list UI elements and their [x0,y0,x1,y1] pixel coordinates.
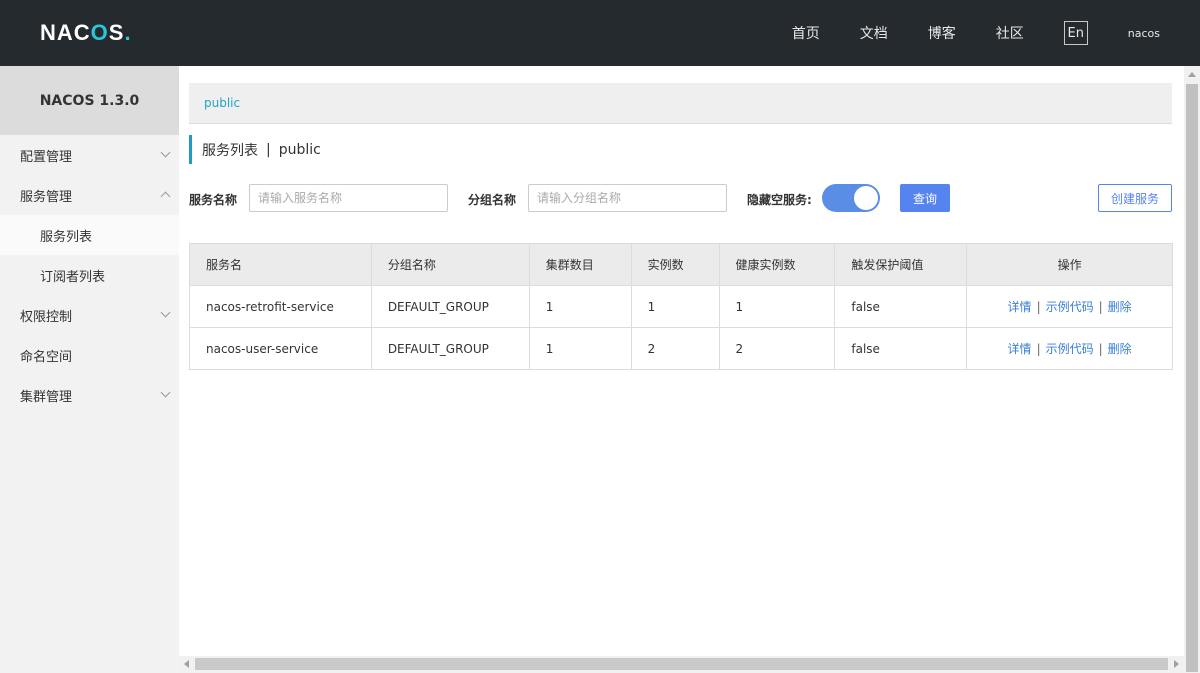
nav-home[interactable]: 首页 [792,23,820,43]
sidebar-item-namespace[interactable]: 命名空间 [0,335,179,375]
cell-group-name: DEFAULT_GROUP [370,327,530,370]
create-service-button[interactable]: 创建服务 [1098,184,1172,212]
scroll-up-arrow-icon[interactable] [1188,72,1196,77]
sample-code-link[interactable]: 示例代码 [1046,300,1094,314]
detail-link[interactable]: 详情 [1008,342,1032,356]
cell-healthy-instance-count: 1 [718,285,836,328]
sidebar-item-label: 订阅者列表 [40,269,106,285]
col-service-name[interactable]: 服务名 [189,243,372,286]
cell-cluster-count: 1 [528,285,632,328]
nav-community[interactable]: 社区 [996,23,1024,43]
delete-link[interactable]: 删除 [1108,342,1132,356]
cell-operations: 详情 | 示例代码 | 删除 [966,327,1173,370]
sidebar-item-service-list[interactable]: 服务列表 [0,215,179,255]
page-title-text: 服务列表 [202,142,258,159]
top-nav: 首页 文档 博客 社区 En nacos [792,0,1200,66]
cell-service-name: nacos-user-service [189,327,372,370]
service-table: 服务名 分组名称 集群数目 实例数 健康实例数 触发保护阈值 操作 nacos-… [189,243,1173,370]
namespace-bar: public [189,83,1172,124]
horizontal-scroll-thumb[interactable] [195,658,1168,670]
chevron-down-icon [160,147,171,158]
sidebar-item-subscriber-list[interactable]: 订阅者列表 [0,255,179,295]
logo-text: NACOS [40,20,125,45]
detail-link[interactable]: 详情 [1008,300,1032,314]
table-row: nacos-user-service DEFAULT_GROUP 1 2 2 f… [189,327,1173,370]
hide-empty-service-label: 隐藏空服务: [747,193,812,207]
hide-empty-service-toggle[interactable] [822,184,880,212]
user-name[interactable]: nacos [1128,27,1160,40]
sidebar-item-label: 命名空间 [20,349,73,365]
cell-protect-threshold: false [834,285,968,328]
scroll-left-arrow-icon[interactable] [184,660,189,668]
service-name-input[interactable] [249,184,448,212]
col-protect-threshold[interactable]: 触发保护阈值 [834,243,968,286]
sample-code-link[interactable]: 示例代码 [1046,342,1094,356]
sidebar-item-label: 配置管理 [20,149,73,165]
table-header-row: 服务名 分组名称 集群数目 实例数 健康实例数 触发保护阈值 操作 [189,243,1173,286]
namespace-public-link[interactable]: public [204,96,240,110]
sidebar-item-label: 权限控制 [20,309,73,325]
nacos-logo[interactable]: NACOS. [40,19,132,47]
vertical-scroll-thumb[interactable] [1186,84,1198,672]
col-healthy-instance-count[interactable]: 健康实例数 [718,243,836,286]
delete-link[interactable]: 删除 [1108,300,1132,314]
cell-service-name: nacos-retrofit-service [189,285,372,328]
sidebar-item-service-management[interactable]: 服务管理 [0,175,179,215]
op-separator: | [1098,342,1103,356]
top-header: NACOS. 首页 文档 博客 社区 En nacos [0,0,1200,66]
sidebar: NACOS 1.3.0 配置管理 服务管理 服务列表 订阅者列表 权限控制 命名… [0,66,179,673]
col-cluster-count[interactable]: 集群数目 [528,243,632,286]
sidebar-item-label: 服务列表 [40,229,93,245]
query-button[interactable]: 查询 [900,184,950,212]
language-toggle-button[interactable]: En [1063,21,1088,45]
group-name-label: 分组名称 [468,193,517,207]
chevron-up-icon [160,191,171,202]
sidebar-item-label: 服务管理 [20,189,73,205]
sidebar-item-access-control[interactable]: 权限控制 [0,295,179,335]
nav-docs[interactable]: 文档 [860,23,888,43]
cell-protect-threshold: false [834,327,968,370]
cell-instance-count: 2 [630,327,720,370]
horizontal-scrollbar[interactable] [179,656,1184,673]
service-name-label: 服务名称 [189,193,238,207]
nav-blog[interactable]: 博客 [928,23,956,43]
col-operations: 操作 [966,243,1173,286]
chevron-down-icon [160,307,171,318]
op-separator: | [1098,300,1103,314]
vertical-scrollbar[interactable] [1184,66,1200,673]
sidebar-item-cluster-management[interactable]: 集群管理 [0,375,179,415]
toggle-knob [854,186,878,210]
sidebar-version-title: NACOS 1.3.0 [0,66,179,135]
table-row: nacos-retrofit-service DEFAULT_GROUP 1 1… [189,285,1173,328]
group-name-input[interactable] [528,184,727,212]
cell-instance-count: 1 [630,285,720,328]
sidebar-item-config-management[interactable]: 配置管理 [0,135,179,175]
col-group-name[interactable]: 分组名称 [370,243,530,286]
page-title-namespace: public [278,141,321,158]
cell-group-name: DEFAULT_GROUP [370,285,530,328]
chevron-down-icon [160,387,171,398]
op-separator: | [1036,300,1041,314]
scroll-right-arrow-icon[interactable] [1174,660,1179,668]
page-title: 服务列表 | public [189,135,321,164]
op-separator: | [1036,342,1041,356]
cell-cluster-count: 1 [528,327,632,370]
cell-operations: 详情 | 示例代码 | 删除 [966,285,1173,328]
cell-healthy-instance-count: 2 [718,327,836,370]
sidebar-item-label: 集群管理 [20,389,73,405]
col-instance-count[interactable]: 实例数 [630,243,720,286]
main-content: public 服务列表 | public 服务名称 分组名称 隐藏空服务: 查询… [179,66,1184,656]
filter-bar: 服务名称 分组名称 隐藏空服务: 查询 创建服务 [189,184,1172,214]
title-separator: | [266,141,271,158]
